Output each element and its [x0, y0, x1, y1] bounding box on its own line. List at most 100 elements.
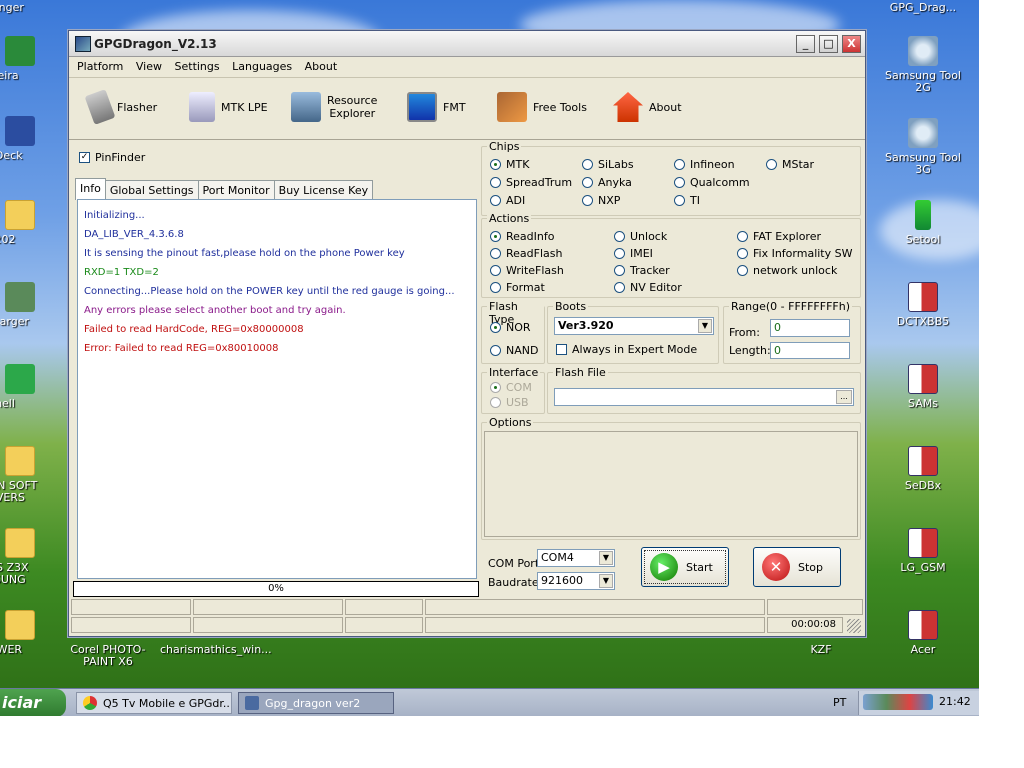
length-input[interactable]: 0 — [770, 342, 850, 359]
resize-grip[interactable] — [847, 619, 861, 633]
tab-global-settings[interactable]: Global Settings — [104, 180, 199, 200]
browse-button[interactable]: ... — [836, 390, 852, 404]
taskbar-button-chrome[interactable]: Q5 Tv Mobile e GPGdr... — [76, 692, 232, 714]
from-input[interactable]: 0 — [770, 319, 850, 337]
menu-settings[interactable]: Settings — [175, 60, 220, 73]
desktop-icon[interactable]: senger — [0, 2, 50, 14]
free-tools-button[interactable]: Free Tools — [497, 90, 587, 124]
radio[interactable] — [582, 195, 593, 206]
tab-info[interactable]: Info — [75, 178, 106, 200]
options-area[interactable] — [484, 431, 858, 537]
menu-view[interactable]: View — [136, 60, 162, 73]
radio-nv-editor[interactable]: NV Editor — [614, 281, 682, 294]
radio[interactable] — [490, 231, 501, 242]
radio-unlock[interactable]: Unlock — [614, 230, 667, 243]
radio-spreadtrum[interactable]: SpreadTrum — [490, 176, 572, 189]
maximize-button[interactable]: □ — [819, 35, 838, 53]
radio-silabs[interactable]: SiLabs — [582, 158, 634, 171]
radio-ti[interactable]: TI — [674, 194, 700, 207]
log-output[interactable]: Initializing... DA_LIB_VER_4.3.6.8 It is s… — [77, 199, 477, 579]
radio-mtk[interactable]: MTK — [490, 158, 529, 171]
radio[interactable] — [766, 159, 777, 170]
flash-file-input[interactable]: ... — [554, 388, 854, 406]
desktop-icon[interactable]: SeDBx — [878, 446, 968, 492]
close-button[interactable]: X — [842, 35, 861, 53]
baudrate-dropdown[interactable]: 921600 ▼ — [537, 572, 615, 590]
tab-buy-license-key[interactable]: Buy License Key — [273, 180, 374, 200]
desktop-icon[interactable]: KZF — [776, 644, 866, 656]
checkbox[interactable] — [556, 344, 567, 355]
radio[interactable] — [490, 322, 501, 333]
mtk-lpe-button[interactable]: MTK LPE — [189, 90, 268, 124]
desktop-icon[interactable]: hell — [0, 364, 50, 410]
taskbar-button-gpgdragon[interactable]: Gpg_dragon ver2 — [238, 692, 394, 714]
radio-nand[interactable]: NAND — [490, 344, 538, 357]
radio-infineon[interactable]: Infineon — [674, 158, 735, 171]
start-button[interactable]: ▶ Start — [641, 547, 729, 587]
desktop-icon[interactable]: OWER — [0, 610, 50, 656]
radio-mstar[interactable]: MStar — [766, 158, 814, 171]
desktop-icon[interactable]: -Charger — [0, 282, 50, 328]
radio[interactable] — [614, 265, 625, 276]
radio-writeflash[interactable]: WriteFlash — [490, 264, 564, 277]
checkbox[interactable]: ✓ — [79, 152, 90, 163]
desktop-icon[interactable]: xeira — [0, 36, 50, 82]
menu-languages[interactable]: Languages — [232, 60, 292, 73]
radio[interactable] — [582, 177, 593, 188]
desktop-icon[interactable]: Samsung Tool 2G — [878, 36, 968, 94]
radio[interactable] — [614, 282, 625, 293]
radio-imei[interactable]: IMEI — [614, 247, 653, 260]
radio-nxp[interactable]: NXP — [582, 194, 620, 207]
radio[interactable] — [737, 265, 748, 276]
radio-format[interactable]: Format — [490, 281, 545, 294]
boots-dropdown[interactable]: Ver3.920 ▼ — [554, 317, 714, 335]
about-button[interactable]: About — [613, 90, 682, 124]
tray-icons[interactable] — [863, 694, 933, 710]
radio[interactable] — [490, 382, 501, 393]
radio-com[interactable]: COM — [490, 381, 532, 394]
menu-platform[interactable]: Platform — [77, 60, 123, 73]
radio-tracker[interactable]: Tracker — [614, 264, 670, 277]
tab-port-monitor[interactable]: Port Monitor — [197, 180, 275, 200]
desktop-icon[interactable]: SAMs — [878, 364, 968, 410]
desktop-icon[interactable]: charismathics_win... — [160, 644, 272, 656]
pinfinder-checkbox[interactable]: ✓ PinFinder — [79, 151, 145, 164]
radio[interactable] — [490, 282, 501, 293]
resource-explorer-button[interactable]: Resource Explorer — [291, 90, 377, 124]
radio[interactable] — [490, 265, 501, 276]
radio[interactable] — [674, 159, 685, 170]
desktop-icon[interactable]: DCTXBB5 — [878, 282, 968, 328]
menu-about[interactable]: About — [305, 60, 338, 73]
radio[interactable] — [614, 231, 625, 242]
desktop-icon[interactable]: Samsung Tool 3G — [878, 118, 968, 176]
radio[interactable] — [674, 177, 685, 188]
minimize-button[interactable]: _ — [796, 35, 815, 53]
radio-adi[interactable]: ADI — [490, 194, 525, 207]
com-port-dropdown[interactable]: COM4 ▼ — [537, 549, 615, 567]
radio[interactable] — [614, 248, 625, 259]
radio-fat-explorer[interactable]: FAT Explorer — [737, 230, 821, 243]
radio[interactable] — [490, 397, 501, 408]
radio-anyka[interactable]: Anyka — [582, 176, 632, 189]
radio[interactable] — [737, 231, 748, 242]
radio-usb[interactable]: USB — [490, 396, 529, 409]
radio[interactable] — [490, 159, 501, 170]
fmt-button[interactable]: FMT — [407, 90, 466, 124]
radio[interactable] — [490, 177, 501, 188]
desktop-icon[interactable]: LG_GSM — [878, 528, 968, 574]
language-indicator[interactable]: PT — [833, 696, 846, 709]
radio[interactable] — [490, 195, 501, 206]
title-bar[interactable]: GPGDragon_V2.13 _ □ X — [69, 31, 865, 57]
radio-nor[interactable]: NOR — [490, 321, 531, 334]
chevron-down-icon[interactable]: ▼ — [599, 551, 613, 565]
desktop-icon[interactable]: Corel PHOTO-PAINT X6 — [58, 644, 158, 668]
desktop-icon[interactable]: ERS Z3X MSUNG — [0, 528, 50, 586]
radio-network-unlock[interactable]: network unlock — [737, 264, 837, 277]
radio-readflash[interactable]: ReadFlash — [490, 247, 562, 260]
stop-button[interactable]: ✕ Stop — [753, 547, 841, 587]
radio-qualcomm[interactable]: Qualcomm — [674, 176, 750, 189]
start-button[interactable]: iciar — [0, 689, 66, 716]
chevron-down-icon[interactable]: ▼ — [698, 319, 712, 333]
desktop-icon[interactable]: Acer — [878, 610, 968, 656]
chevron-down-icon[interactable]: ▼ — [599, 574, 613, 588]
